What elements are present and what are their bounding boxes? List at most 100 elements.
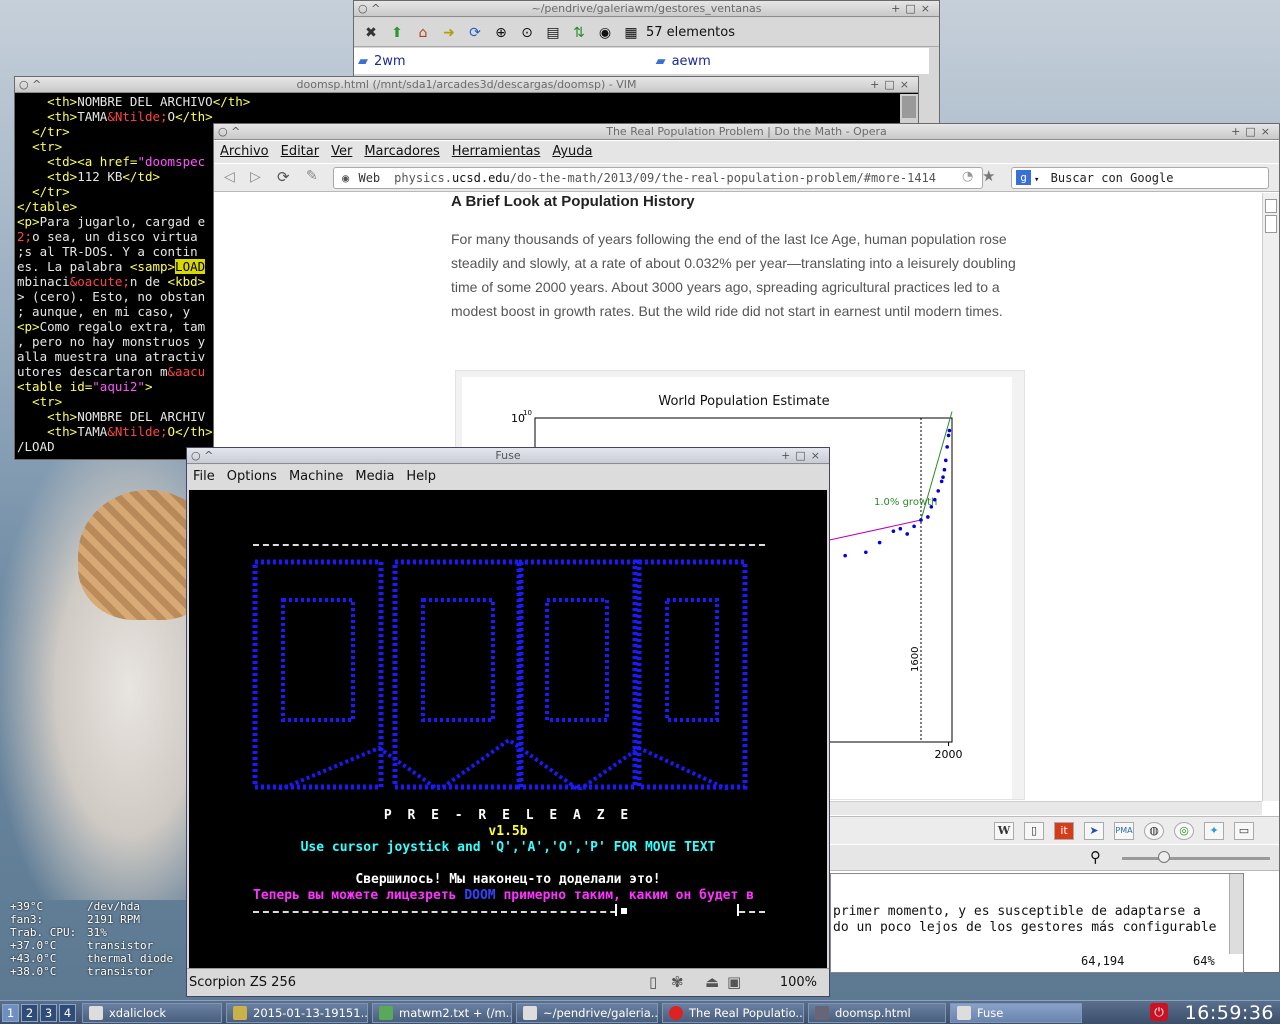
home-icon[interactable]: ⌂	[412, 23, 434, 43]
text-editor-window[interactable]: primer momento, y es susceptible de adap…	[830, 873, 1244, 973]
url-host: physics.	[394, 171, 452, 185]
bookmark-star-icon[interactable]: ★	[982, 167, 995, 185]
forward-icon[interactable]: ▷	[250, 169, 261, 185]
conky-key: +43.0°C	[10, 952, 57, 965]
window-menu-icon[interactable]: ○ ^	[218, 124, 240, 139]
menu-marcadores[interactable]: Marcadores	[358, 141, 445, 163]
conky-value: thermal diode	[87, 952, 174, 965]
vim-token: &Ntilde;	[107, 109, 168, 124]
menu-options[interactable]: Options	[221, 465, 283, 489]
window-controls[interactable]: +□×	[781, 448, 825, 463]
sort-icon[interactable]: ⇅	[568, 23, 590, 43]
scroll-up-button[interactable]	[1265, 199, 1277, 213]
hidden-files-eye-icon[interactable]: ◉	[594, 23, 616, 43]
conky-value: 2191 RPM	[87, 913, 140, 926]
window-controls[interactable]: +□×	[1231, 124, 1275, 139]
menu-ayuda[interactable]: Ayuda	[546, 141, 598, 163]
task-file-manager[interactable]: ~/pendrive/galeria...	[516, 1002, 658, 1023]
fuse-emulator-window[interactable]: ○ ^ Fuse +□× File Options Machine Media Help…	[186, 447, 830, 997]
menu-editar[interactable]: Editar	[275, 141, 326, 163]
address-bar[interactable]: ◉ Web physics.ucsd.edu/do-the-math/2013/0…	[333, 167, 983, 189]
task-xdaliclock[interactable]: xdaliclock	[82, 1002, 222, 1023]
bookmark-twitter-icon[interactable]: ✦	[1204, 821, 1224, 840]
back-icon[interactable]: ◁	[224, 169, 235, 185]
workspace-2[interactable]: 2	[21, 1003, 38, 1022]
search-engine-dropdown-icon[interactable]: ▾	[1034, 175, 1039, 185]
file-list: ▰ 2wm ▰ aewm	[354, 48, 929, 74]
text-editor-body[interactable]: primer momento, y es susceptible de adap…	[833, 904, 1217, 936]
workspace-3[interactable]: 3	[40, 1003, 57, 1022]
scrollbar-thumb[interactable]	[1265, 215, 1277, 233]
file-manager-titlebar[interactable]: ○ ^ ~/pendrive/galeriawm/gestores_ventan…	[354, 1, 939, 17]
bookmark-globe-icon[interactable]: ◍	[1144, 821, 1164, 840]
zoom-fit-icon[interactable]: ⊙	[516, 23, 538, 43]
task-vim[interactable]: doomsp.html	[808, 1002, 946, 1023]
opera-icon	[669, 1005, 683, 1020]
task-screenshot[interactable]: 2015-01-13-19151...	[226, 1002, 368, 1023]
opera-titlebar[interactable]: ○ ^ The Real Population Problem | Do the…	[214, 124, 1279, 140]
bookmark-doc-icon[interactable]: ▯	[1024, 821, 1044, 840]
power-icon[interactable]: ⏻	[1150, 1003, 1168, 1021]
scrollbar-thumb[interactable]	[902, 96, 916, 118]
rss-icon[interactable]: ◔	[962, 169, 973, 184]
text-scrollbar[interactable]	[1229, 874, 1243, 954]
menu-file[interactable]: File	[187, 465, 221, 489]
window-menu-icon[interactable]: ○ ^	[191, 448, 213, 463]
up-arrow-icon[interactable]: ⬆	[386, 23, 408, 43]
bookmark-green-icon[interactable]: ◎	[1174, 821, 1194, 840]
data-point	[926, 515, 930, 519]
workspace-4[interactable]: 4	[59, 1003, 76, 1022]
bookmark-page-icon[interactable]: ▭	[1234, 821, 1254, 840]
vim-token: "aqui2"	[92, 379, 145, 394]
search-input[interactable]: g ▾ Buscar con Google	[1011, 167, 1269, 189]
task-opera[interactable]: The Real Populatio...	[662, 1002, 804, 1023]
window-menu-icon[interactable]: ○ ^	[358, 1, 380, 16]
page-scrollbar[interactable]	[1262, 193, 1279, 801]
zoom-slider-handle[interactable]	[1158, 851, 1170, 863]
task-label: 2015-01-13-19151...	[253, 1005, 368, 1020]
vim-token: O	[167, 109, 176, 124]
menu-archivo[interactable]: Archivo	[214, 141, 275, 163]
file-item-aewm[interactable]: aewm	[672, 54, 711, 69]
bookmark-pma[interactable]: PMA	[1114, 821, 1134, 840]
google-icon: g	[1016, 170, 1031, 185]
list-view-icon[interactable]: ▦	[620, 23, 642, 43]
vim-line: <th>NOMBRE DEL ARCHIVO</th>	[17, 94, 900, 109]
go-icon[interactable]: ➜	[438, 23, 460, 43]
window-controls[interactable]: +□×	[891, 1, 935, 16]
refresh-icon[interactable]: ⟳	[464, 23, 486, 43]
window-controls[interactable]: +□×	[870, 77, 914, 92]
vim-token: </th>	[175, 109, 213, 124]
web-label: Web	[358, 171, 381, 185]
task-fuse[interactable]: Fuse	[950, 1002, 1082, 1023]
menu-machine[interactable]: Machine	[283, 465, 349, 489]
conky-value: transistor	[87, 939, 154, 952]
editor-icon	[379, 1005, 393, 1020]
bookmark-blue-icon[interactable]: ➤	[1084, 821, 1104, 840]
menu-help[interactable]: Help	[400, 465, 442, 489]
details-view-icon[interactable]: ▤	[542, 23, 564, 43]
window-menu-icon[interactable]: ○ ^	[19, 77, 41, 92]
zoom-magnifier-icon[interactable]: ⚲	[1090, 848, 1101, 866]
url-domain: ucsd.edu	[451, 171, 510, 185]
machine-name: Scorpion ZS 256	[189, 975, 296, 990]
menu-media[interactable]: Media	[349, 465, 400, 489]
fuse-titlebar[interactable]: ○ ^ Fuse +□×	[187, 448, 829, 464]
close-icon[interactable]: ✖	[360, 23, 382, 43]
vim-token: NOMBRE DEL ARCHIV	[77, 409, 206, 424]
bookmark-wikipedia[interactable]: W	[994, 821, 1014, 840]
emulator-screen[interactable]: P R E - R E L E A Z E v1.5b Use cursor j…	[189, 490, 827, 968]
task-matwm2[interactable]: matwm2.txt + (/m...	[372, 1002, 512, 1023]
file-item-2wm[interactable]: 2wm	[374, 54, 406, 69]
workspace-1[interactable]: 1	[2, 1003, 19, 1022]
zoom-in-icon[interactable]: ⊕	[490, 23, 512, 43]
zoom-slider[interactable]	[1122, 857, 1270, 860]
bookmark-red-icon[interactable]: it	[1054, 821, 1074, 840]
vim-titlebar[interactable]: ○ ^ doomsp.html (/mnt/sda1/arcades3d/des…	[15, 77, 918, 93]
fuse-title: Fuse	[495, 449, 521, 462]
menu-ver[interactable]: Ver	[325, 141, 358, 163]
edit-icon[interactable]: ✎	[306, 168, 318, 184]
reload-icon[interactable]: ⟳	[277, 168, 290, 186]
data-point	[919, 518, 923, 522]
menu-herramientas[interactable]: Herramientas	[446, 141, 547, 163]
